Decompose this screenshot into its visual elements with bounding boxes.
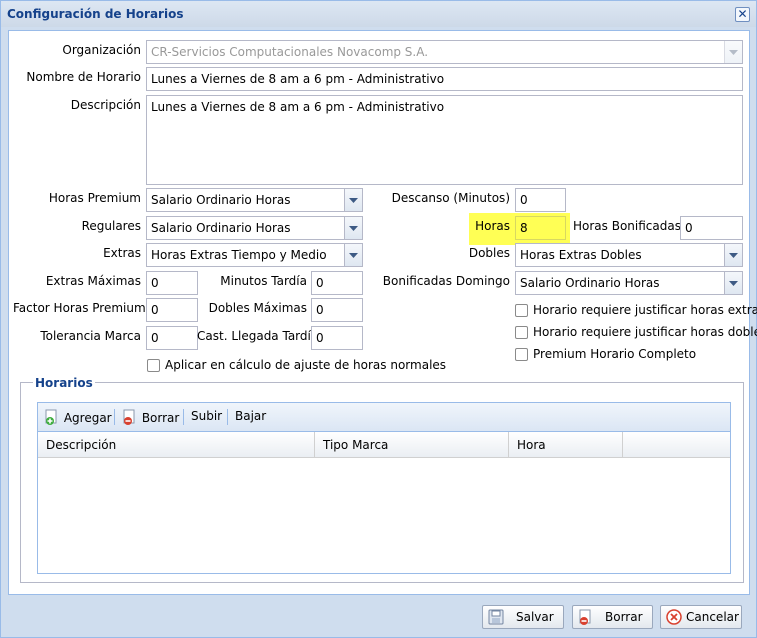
justificar-dobles-checkbox[interactable] <box>515 326 528 339</box>
descripcion-label: Descripción <box>70 98 141 112</box>
regulares-label: Regulares <box>81 219 141 233</box>
organizacion-select[interactable]: CR-Servicios Computacionales Novacomp S.… <box>146 40 743 64</box>
add-icon <box>45 409 57 425</box>
extras-maximas-label: Extras Máximas <box>45 274 141 288</box>
cancel-icon <box>666 609 682 625</box>
extras-label: Extras <box>103 246 141 260</box>
borrar-button[interactable]: Borrar <box>572 605 653 629</box>
salvar-label: Salvar <box>516 610 554 624</box>
agregar-label: Agregar <box>63 411 112 425</box>
minutos-tardia-label: Minutos Tardía <box>220 274 307 288</box>
toolbar-separator <box>114 409 115 425</box>
chevron-down-icon[interactable] <box>344 189 362 211</box>
aplicar-calculo-checkbox[interactable] <box>147 359 160 372</box>
nombre-horario-label: Nombre de Horario <box>26 70 141 84</box>
premium-completo-checkbox[interactable] <box>515 348 528 361</box>
organizacion-value: CR-Servicios Computacionales Novacomp S.… <box>151 45 429 59</box>
extras-select[interactable]: Horas Extras Tiempo y Medio <box>146 243 363 267</box>
chevron-down-icon[interactable] <box>344 217 362 239</box>
title-bar[interactable]: Configuración de Horarios ✕ <box>1 1 756 27</box>
descripcion-textarea[interactable]: Lunes a Viernes de 8 am a 6 pm - Adminis… <box>146 95 743 185</box>
descanso-input[interactable]: 0 <box>515 188 566 212</box>
close-icon[interactable]: ✕ <box>735 7 750 22</box>
grid-header: Descripción Tipo Marca Hora <box>38 432 730 458</box>
salvar-button[interactable]: Salvar <box>482 605 564 629</box>
delete-icon <box>123 409 135 425</box>
horas-input[interactable]: 8 <box>515 216 566 240</box>
factor-horas-premium-label: Factor Horas Premium <box>13 301 146 315</box>
column-header-tipo-marca[interactable]: Tipo Marca <box>315 432 509 458</box>
dobles-select[interactable]: Horas Extras Dobles <box>515 243 743 267</box>
column-header-descripcion[interactable]: Descripción <box>38 432 315 458</box>
factor-horas-premium-input[interactable]: 0 <box>146 298 198 322</box>
agregar-button[interactable]: Agregar <box>44 409 112 425</box>
bajar-button[interactable]: Bajar <box>235 409 266 423</box>
cast-llegada-tardia-input[interactable]: 0 <box>311 326 363 350</box>
borrar-row-label: Borrar <box>141 411 180 425</box>
horas-bonificadas-input[interactable]: 0 <box>680 216 743 240</box>
horas-premium-select[interactable]: Salario Ordinario Horas <box>146 188 363 212</box>
borrar-row-button[interactable]: Borrar <box>122 409 179 425</box>
borrar-label: Borrar <box>605 610 643 624</box>
chevron-down-icon[interactable] <box>724 272 742 294</box>
regulares-select[interactable]: Salario Ordinario Horas <box>146 216 363 240</box>
bonificadas-domingo-value: Salario Ordinario Horas <box>520 276 660 290</box>
justificar-extras-label: Horario requiere justificar horas extras <box>533 303 757 317</box>
column-header-hora[interactable]: Hora <box>509 432 623 458</box>
subir-button[interactable]: Subir <box>191 409 222 423</box>
dobles-maximas-input[interactable]: 0 <box>311 298 363 322</box>
extras-value: Horas Extras Tiempo y Medio <box>151 248 327 262</box>
horas-premium-label: Horas Premium <box>48 191 141 205</box>
toolbar-separator <box>183 409 184 425</box>
chevron-down-icon[interactable] <box>724 244 742 266</box>
bonificadas-domingo-select[interactable]: Salario Ordinario Horas <box>515 271 743 295</box>
chevron-down-icon[interactable] <box>724 41 742 63</box>
tolerancia-marca-label: Tolerancia Marca <box>40 329 141 343</box>
horarios-grid: Agregar Borrar Subir Bajar Descripción T… <box>37 402 731 574</box>
minutos-tardia-input[interactable]: 0 <box>311 271 363 295</box>
delete-icon <box>579 609 591 625</box>
horarios-legend: Horarios <box>33 376 95 390</box>
dobles-value: Horas Extras Dobles <box>520 248 642 262</box>
dobles-label: Dobles <box>468 246 510 260</box>
grid-toolbar: Agregar Borrar Subir Bajar <box>38 403 730 432</box>
regulares-value: Salario Ordinario Horas <box>151 221 291 235</box>
descanso-label: Descanso (Minutos) <box>391 191 510 205</box>
nombre-horario-input[interactable]: Lunes a Viernes de 8 am a 6 pm - Adminis… <box>146 67 743 91</box>
cancelar-button[interactable]: Cancelar <box>660 605 742 629</box>
horas-bonificadas-label: Horas Bonificadas <box>573 219 681 233</box>
dobles-maximas-label: Dobles Máximas <box>208 301 307 315</box>
toolbar-separator <box>227 409 228 425</box>
aplicar-calculo-label: Aplicar en cálculo de ajuste de horas no… <box>165 358 447 372</box>
justificar-extras-checkbox[interactable] <box>515 304 528 317</box>
window-title: Configuración de Horarios <box>7 7 184 21</box>
organizacion-label: Organización <box>62 43 141 57</box>
premium-completo-label: Premium Horario Completo <box>533 347 697 361</box>
bonificadas-domingo-label: Bonificadas Domingo <box>382 274 510 288</box>
dialog-window: Configuración de Horarios ✕ Organización… <box>0 0 757 638</box>
cast-llegada-tardia-label: Cast. Llegada Tardía <box>197 329 319 343</box>
horas-premium-value: Salario Ordinario Horas <box>151 193 291 207</box>
save-icon <box>488 609 504 625</box>
extras-maximas-input[interactable]: 0 <box>146 271 198 295</box>
justificar-dobles-label: Horario requiere justificar horas dobles <box>533 325 757 339</box>
chevron-down-icon[interactable] <box>344 244 362 266</box>
cancelar-label: Cancelar <box>686 610 739 624</box>
tolerancia-marca-input[interactable]: 0 <box>146 326 198 350</box>
horas-label: Horas <box>475 219 510 233</box>
